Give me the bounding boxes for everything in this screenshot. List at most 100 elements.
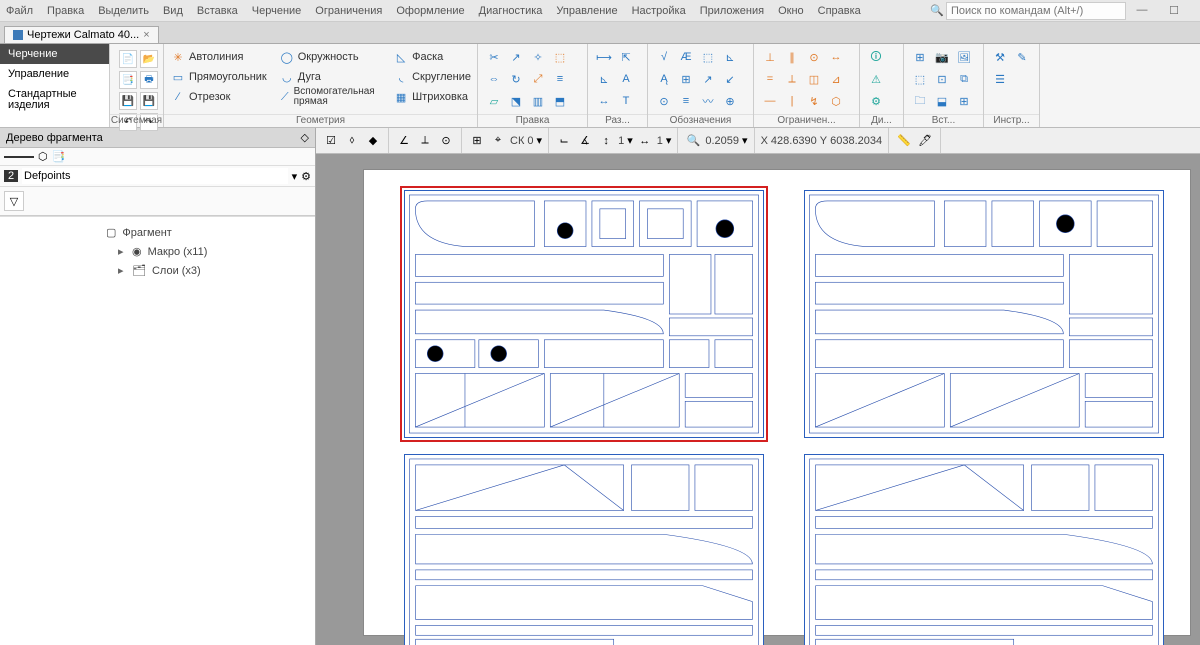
ann-icon-7[interactable]: ↗ (698, 69, 718, 89)
chevron-down-icon[interactable]: ▾ (537, 134, 543, 147)
diag-icon-3[interactable]: ⚙ (866, 91, 886, 111)
layer-settings-icon[interactable]: ⚙ (301, 170, 311, 183)
last-docs-icon[interactable]: 📑 (119, 71, 137, 89)
edit-icon-4[interactable]: ⬚ (550, 47, 570, 67)
ins-icon-5[interactable]: ⊡ (932, 69, 952, 89)
chevron-down-icon[interactable]: ▾ (666, 134, 672, 147)
save-icon[interactable]: 💾 (119, 92, 137, 110)
sb-angle-icon[interactable]: ∠ (395, 132, 413, 150)
close-tab-button[interactable]: × (143, 29, 149, 41)
sb-grid-icon[interactable]: ⊞ (468, 132, 486, 150)
con-icon-6[interactable]: ⟂ (782, 69, 802, 89)
edit-icon-1[interactable]: ✂ (484, 47, 504, 67)
tool-icon-2[interactable]: ✎ (1012, 47, 1032, 67)
con-icon-1[interactable]: ⊥ (760, 47, 780, 67)
con-icon-3[interactable]: ⊙ (804, 47, 824, 67)
ins-icon-9[interactable]: ⊞ (954, 91, 974, 111)
ann-icon-8[interactable]: ↙ (720, 69, 740, 89)
chevron-down-icon[interactable]: ▾ (742, 134, 748, 147)
con-icon-2[interactable]: ∥ (782, 47, 802, 67)
ins-icon-8[interactable]: ⬓ (932, 91, 952, 111)
con-icon-11[interactable]: ↯ (804, 91, 824, 111)
diag-icon-2[interactable]: ⚠ (866, 69, 886, 89)
chevron-down-icon[interactable]: ▾ (292, 170, 298, 183)
command-search-input[interactable] (946, 2, 1126, 20)
sb-snap-end-icon[interactable]: ⊙ (437, 132, 455, 150)
ann-icon-11[interactable]: 〰 (698, 91, 718, 111)
edit-icon-8[interactable]: ≡ (550, 69, 570, 89)
menu-help[interactable]: Справка (818, 5, 861, 17)
con-icon-10[interactable]: | (782, 91, 802, 111)
menu-settings[interactable]: Настройка (632, 5, 686, 17)
dim-icon-4[interactable]: A (616, 69, 636, 89)
edit-icon-2[interactable]: ↗ (506, 47, 526, 67)
sb-cursor-icon[interactable]: ⬨ (343, 132, 361, 150)
sb-ortho-icon[interactable]: ⌙ (555, 132, 573, 150)
ann-icon-1[interactable]: √ (654, 47, 674, 67)
menu-apps[interactable]: Приложения (700, 5, 764, 17)
edit-icon-9[interactable]: ▱ (484, 91, 504, 111)
tool-autoline[interactable]: ✳Автолиния (170, 47, 267, 67)
ann-icon-6[interactable]: ⊞ (676, 69, 696, 89)
layout-sheet-1[interactable] (404, 190, 764, 438)
menu-draft[interactable]: Черчение (252, 5, 302, 17)
zoom-value[interactable]: 0.2059 (705, 135, 739, 147)
tree-fragment-root[interactable]: ▢ Фрагмент (6, 223, 309, 242)
ann-icon-5[interactable]: Ą (654, 69, 674, 89)
con-icon-12[interactable]: ⬡ (826, 91, 846, 111)
edit-icon-5[interactable]: ⇔ (484, 69, 504, 89)
tool-segment[interactable]: ∕Отрезок (170, 87, 267, 107)
layer-selector[interactable] (22, 168, 288, 184)
chevron-down-icon[interactable]: ▾ (627, 134, 633, 147)
edit-icon-11[interactable]: ▥ (528, 91, 548, 111)
layers-icon[interactable]: 📑 (52, 150, 66, 163)
tool-icon-3[interactable]: ☰ (990, 69, 1010, 89)
window-minimize-button[interactable]: — (1136, 4, 1148, 17)
sb-polar-icon[interactable]: ∡ (576, 132, 594, 150)
panel-tab-manage[interactable]: Управление (0, 64, 109, 84)
tool-arc[interactable]: ◡Дуга (279, 67, 381, 87)
edit-icon-6[interactable]: ↻ (506, 69, 526, 89)
layout-sheet-4[interactable] (804, 454, 1164, 645)
sb-checkbox-icon[interactable]: ☑ (322, 132, 340, 150)
dim-icon-3[interactable]: ⊾ (594, 69, 614, 89)
ann-icon-9[interactable]: ⊙ (654, 91, 674, 111)
menu-manage[interactable]: Управление (556, 5, 617, 17)
linetype-icon[interactable] (4, 156, 34, 158)
sb-axis-icon[interactable]: ↕ (597, 132, 615, 150)
tree-item-macro[interactable]: ▸ ◉ Макро (x11) (6, 242, 309, 261)
side-panel-toggle[interactable]: ◇ (301, 131, 309, 144)
sb-snap-perp-icon[interactable]: ⟂ (416, 132, 434, 150)
tool-auxline[interactable]: ⟋Вспомогатель­ная прямая (279, 87, 381, 107)
ins-icon-2[interactable]: 📷 (932, 47, 952, 67)
tool-circle[interactable]: ◯Окружность (279, 47, 381, 67)
sb-eraser-icon[interactable]: ◆ (364, 132, 382, 150)
edit-icon-7[interactable]: ⤢ (528, 69, 548, 89)
con-icon-4[interactable]: ↔ (826, 47, 846, 67)
ins-icon-4[interactable]: ⬚ (910, 69, 930, 89)
con-icon-8[interactable]: ⊿ (826, 69, 846, 89)
menu-insert[interactable]: Вставка (197, 5, 238, 17)
sb-cs-icon[interactable]: ⌖ (489, 132, 507, 150)
panel-tab-drafting[interactable]: Черчение (0, 44, 109, 64)
menu-edit[interactable]: Правка (47, 5, 84, 17)
new-doc-icon[interactable]: 📄 (119, 50, 137, 68)
sb-measure-icon[interactable]: 📏 (895, 132, 913, 150)
menu-file[interactable]: Файл (6, 5, 33, 17)
sb-zoom-icon[interactable]: 🔍 (684, 132, 702, 150)
expand-arrow-icon[interactable]: ▸ (118, 264, 126, 277)
sb-eyedropper-icon[interactable]: 🖊 (916, 132, 934, 150)
panel-tab-stdparts[interactable]: Стандартные изделия (0, 84, 109, 116)
print-icon[interactable]: 🖶 (140, 71, 158, 89)
menu-view[interactable]: Вид (163, 5, 183, 17)
scale-b[interactable]: 1 (657, 135, 663, 147)
dim-icon-6[interactable]: T (616, 91, 636, 111)
ann-icon-10[interactable]: ≡ (676, 91, 696, 111)
document-tab-active[interactable]: Чертежи Calmato 40... × (4, 26, 159, 43)
menu-diagnostics[interactable]: Диагностика (479, 5, 543, 17)
ann-icon-3[interactable]: ⬚ (698, 47, 718, 67)
layout-sheet-2[interactable] (804, 190, 1164, 438)
dim-icon-2[interactable]: ⇱ (616, 47, 636, 67)
edit-icon-10[interactable]: ⬔ (506, 91, 526, 111)
dim-icon-5[interactable]: ↔ (594, 91, 614, 111)
